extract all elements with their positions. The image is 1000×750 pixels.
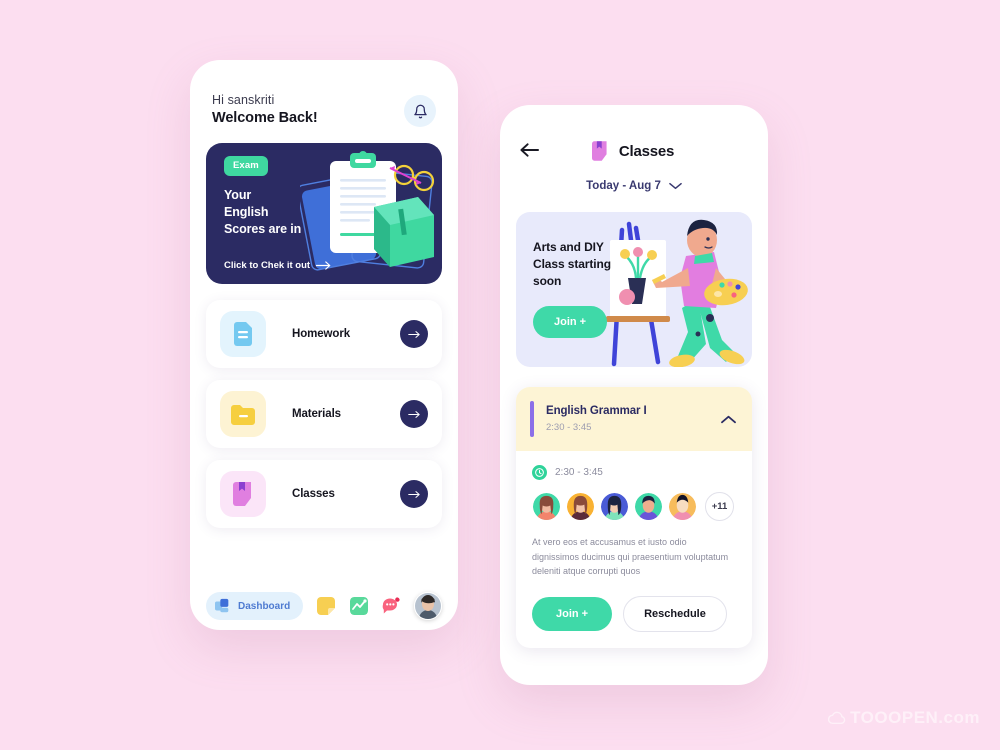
class-card-header[interactable]: English Grammar I 2:30 - 3:45: [516, 387, 752, 451]
nav-item-dashboard[interactable]: Dashboard: [206, 592, 304, 620]
user-avatar-image: [414, 593, 441, 619]
class-header-text: English Grammar I 2:30 - 3:45: [546, 405, 721, 433]
exam-cta-label: Click to Chek it out: [224, 260, 311, 271]
arrow-right-icon: [407, 410, 420, 418]
avatar-image: [567, 493, 594, 520]
date-selector-label: Today - Aug 7: [586, 180, 661, 192]
watermark: TOOOPEN.com: [828, 708, 980, 728]
cloud-icon: [828, 711, 846, 725]
menu-row-materials[interactable]: Materials: [206, 380, 442, 448]
greeting-text-block: Hi sanskriti Welcome Back!: [212, 93, 318, 126]
exam-title-line2: English: [224, 205, 269, 219]
arrow-right-icon: [407, 330, 420, 338]
class-name: English Grammar I: [546, 405, 647, 417]
greeting-hi: Hi sanskriti: [212, 93, 275, 107]
class-accent-bar: [530, 401, 534, 437]
bell-icon: [413, 104, 427, 118]
attendee-avatar-5[interactable]: [668, 492, 697, 521]
notes-icon[interactable]: [317, 597, 336, 615]
bookmark-icon: [591, 141, 607, 161]
chat-icon[interactable]: [382, 597, 400, 615]
bottom-navigation: Dashboard: [190, 592, 458, 620]
nav-user-avatar[interactable]: [413, 592, 442, 620]
painter-easel-illustration: [606, 219, 748, 367]
menu-arrow-homework[interactable]: [400, 320, 428, 348]
menu-arrow-materials[interactable]: [400, 400, 428, 428]
arrow-left-icon: [520, 142, 539, 157]
nav-label-dashboard: Dashboard: [238, 600, 291, 612]
arrow-right-icon: [316, 261, 331, 270]
class-actions: Join + Reschedule: [532, 595, 736, 632]
avatar-image: [669, 493, 696, 520]
avatar-image: [533, 493, 560, 520]
exam-title-line1: Your: [224, 188, 252, 202]
greeting-welcome: Welcome Back!: [212, 110, 318, 126]
menu-label-classes: Classes: [292, 488, 335, 500]
folder-icon: [231, 404, 255, 425]
exam-title: Your English Scores are in: [224, 187, 301, 238]
attendee-avatar-3[interactable]: [600, 492, 629, 521]
class-time-row: 2:30 - 3:45: [532, 465, 736, 480]
avatar-image: [635, 493, 662, 520]
greeting-row: Hi sanskriti Welcome Back!: [190, 60, 458, 127]
promo-title-line2: Class starting: [533, 257, 611, 271]
attendee-avatar-1[interactable]: [532, 492, 561, 521]
menu-label-materials: Materials: [292, 408, 341, 420]
exam-cta-link[interactable]: Click to Chek it out: [224, 260, 332, 271]
promo-join-button[interactable]: Join +: [533, 306, 608, 338]
exam-badge: Exam: [224, 156, 268, 176]
menu-row-homework[interactable]: Homework: [206, 300, 442, 368]
arrow-right-icon: [407, 490, 420, 498]
class-card-body: 2:30 - 3:45 +11 At vero eos et accusamus…: [516, 451, 752, 648]
classes-tile: [220, 471, 266, 517]
back-button[interactable]: [520, 142, 542, 161]
phone-right-classes: Classes Today - Aug 7 Arts and DIY Class…: [500, 105, 768, 685]
class-description: At vero eos et accusamus et iusto odio d…: [532, 537, 729, 576]
menu-row-classes[interactable]: Classes: [206, 460, 442, 528]
homework-tile: [220, 311, 266, 357]
attendee-more-count[interactable]: +11: [705, 492, 734, 521]
dashboard-icon: [215, 598, 229, 613]
avatar-image: [601, 493, 628, 520]
promo-title: Arts and DIY Class starting soon: [533, 239, 611, 290]
classes-title-wrap: Classes: [542, 141, 724, 161]
class-header-time: 2:30 - 3:45: [546, 422, 592, 433]
exam-banner-card[interactable]: Exam Your English Scores are in Click to…: [206, 143, 442, 284]
class-schedule-card: English Grammar I 2:30 - 3:45 2:30 - 3:4…: [516, 387, 752, 648]
phone-left-dashboard: Hi sanskriti Welcome Back! Exam Your Eng…: [190, 60, 458, 630]
class-reschedule-button[interactable]: Reschedule: [623, 595, 727, 632]
attendee-avatar-group: +11: [532, 492, 736, 521]
clock-glyph: [535, 468, 544, 477]
chevron-up-icon[interactable]: [721, 415, 736, 424]
promo-card-arts-diy: Arts and DIY Class starting soon Join +: [516, 212, 752, 367]
promo-title-line3: soon: [533, 274, 562, 288]
notification-bell-button[interactable]: [404, 95, 436, 127]
promo-title-line1: Arts and DIY: [533, 240, 604, 254]
watermark-text: TOOOPEN.com: [850, 708, 980, 727]
dashboard-menu-list: Homework Materials Classes: [190, 300, 458, 528]
date-selector[interactable]: Today - Aug 7: [500, 180, 768, 192]
bookmark-icon: [232, 482, 251, 506]
clock-icon: [532, 465, 547, 480]
classes-header: Classes: [500, 105, 768, 161]
menu-arrow-classes[interactable]: [400, 480, 428, 508]
attendee-avatar-2[interactable]: [566, 492, 595, 521]
chevron-down-icon: [669, 182, 682, 190]
document-icon: [234, 322, 252, 346]
class-time-text: 2:30 - 3:45: [555, 467, 603, 478]
exam-title-line3: Scores are in: [224, 222, 302, 236]
class-join-button[interactable]: Join +: [532, 596, 613, 631]
materials-tile: [220, 391, 266, 437]
chart-icon[interactable]: [349, 597, 368, 615]
menu-label-homework: Homework: [292, 328, 350, 340]
page-title: Classes: [618, 142, 675, 160]
attendee-avatar-4[interactable]: [634, 492, 663, 521]
